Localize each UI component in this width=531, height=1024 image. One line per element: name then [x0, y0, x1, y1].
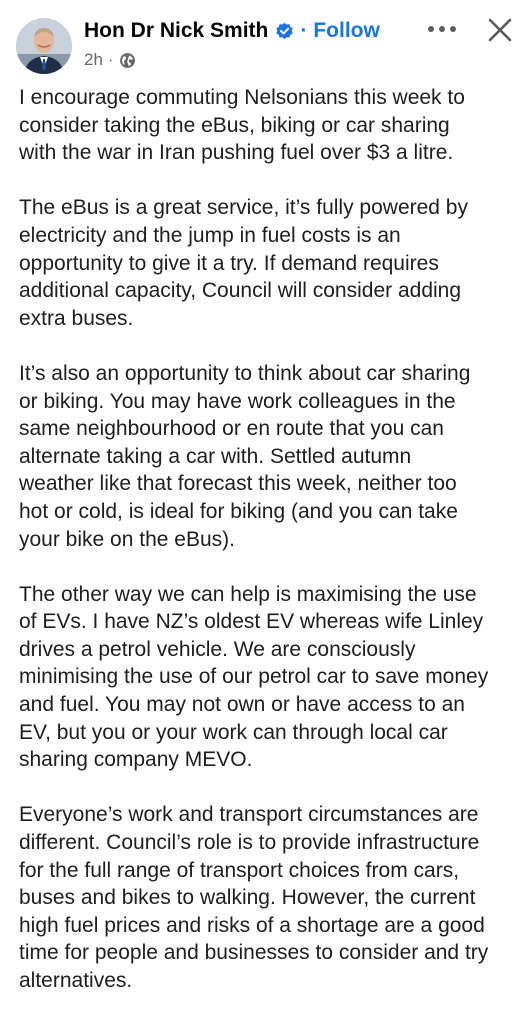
- post-paragraph-4: The other way we can help is maximising …: [19, 582, 489, 772]
- verified-badge-icon: [275, 22, 294, 41]
- more-options-icon[interactable]: [420, 14, 464, 44]
- post-header: Hon Dr Nick Smith · Follow 2h ·: [0, 0, 531, 86]
- author-line: Hon Dr Nick Smith · Follow: [84, 16, 380, 46]
- post-time[interactable]: 2h: [84, 50, 103, 70]
- meta-separator: ·: [107, 50, 114, 69]
- avatar[interactable]: [16, 18, 72, 74]
- author-name[interactable]: Hon Dr Nick Smith: [84, 19, 268, 43]
- avatar-photo: [16, 18, 72, 74]
- facebook-post: Hon Dr Nick Smith · Follow 2h · I encour…: [0, 0, 531, 1024]
- post-paragraph-2: The eBus is a great service, it’s fully …: [19, 196, 468, 330]
- post-body: I encourage commuting Nelsonians this we…: [19, 84, 519, 1022]
- post-paragraph-5: Everyone’s work and transport circumstan…: [19, 803, 489, 992]
- globe-icon[interactable]: [119, 52, 136, 69]
- post-meta: 2h ·: [84, 49, 136, 71]
- close-icon[interactable]: [478, 10, 522, 50]
- follow-button[interactable]: Follow: [313, 19, 380, 43]
- follow-separator: ·: [300, 19, 308, 42]
- post-paragraph-1: I encourage commuting Nelsonians this we…: [19, 86, 465, 165]
- post-paragraph-3: It’s also an opportunity to think about …: [19, 361, 471, 551]
